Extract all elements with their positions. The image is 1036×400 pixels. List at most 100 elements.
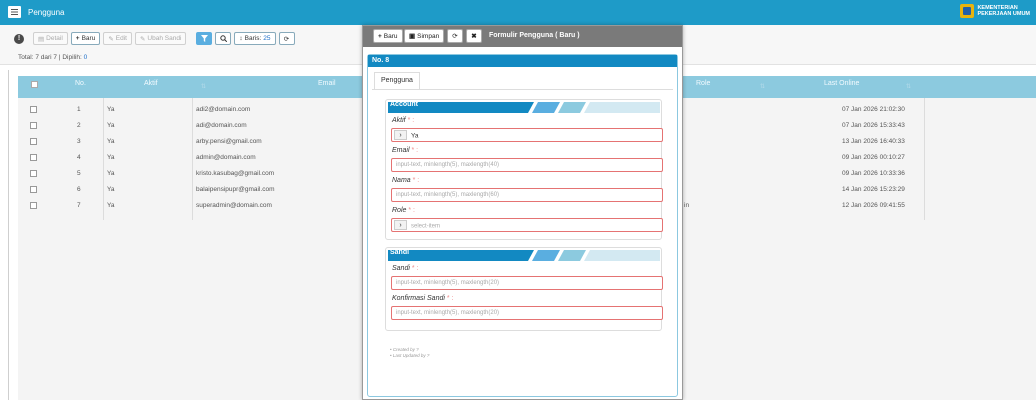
- save-button[interactable]: ▣ Simpan: [404, 29, 445, 43]
- detail-button[interactable]: ▤ Detail: [33, 32, 68, 45]
- dialog-toolbar: + Baru ▣ Simpan ⟳ ✖ Formulir Pengguna ( …: [363, 26, 682, 47]
- dialog-new-label: Baru: [383, 32, 398, 40]
- new-button[interactable]: + Baru: [70, 32, 101, 45]
- cell-aktif: Ya: [107, 170, 115, 177]
- refresh-icon: ⟳: [283, 35, 290, 43]
- save-icon: ▣: [409, 33, 416, 40]
- cell-email: adi@domain.com: [196, 122, 247, 129]
- search-icon: [220, 35, 227, 42]
- cell-no: 4: [77, 154, 81, 161]
- password-section: Sandi Sandi * : input-text, minlength(5)…: [385, 247, 663, 331]
- pencil-icon: ✎: [139, 35, 146, 43]
- cell-aktif: Ya: [107, 202, 115, 209]
- aktif-label: Aktif * :: [392, 117, 415, 124]
- refresh-button[interactable]: ⟳: [278, 32, 295, 45]
- cell-no: 5: [77, 170, 81, 177]
- column-divider: [103, 98, 104, 220]
- filter-button[interactable]: [196, 32, 213, 45]
- col-no[interactable]: No.: [75, 80, 86, 87]
- cell-no: 7: [77, 202, 81, 209]
- refresh-icon: ⟳: [452, 33, 458, 40]
- tab-pengguna[interactable]: Pengguna: [374, 72, 420, 90]
- email-field[interactable]: input-text, minlength(5), maxlength(40): [391, 158, 663, 172]
- section-banner: [388, 102, 660, 113]
- nama-label: Nama * :: [392, 177, 420, 184]
- row-checkbox[interactable]: [30, 106, 37, 113]
- row-checkbox[interactable]: [30, 170, 37, 177]
- sort-icon[interactable]: ⇅: [906, 83, 911, 90]
- row-checkbox[interactable]: [30, 138, 37, 145]
- cell-no: 3: [77, 138, 81, 145]
- column-divider: [924, 98, 925, 220]
- row-checkbox[interactable]: [30, 186, 37, 193]
- cell-email: admin@domain.com: [196, 154, 256, 161]
- chevron-right-icon[interactable]: ›: [394, 130, 407, 140]
- chevron-right-icon[interactable]: ›: [394, 220, 407, 230]
- dialog-title: Formulir Pengguna ( Baru ): [489, 32, 580, 39]
- row-checkbox[interactable]: [30, 202, 37, 209]
- user-form-dialog: + Baru ▣ Simpan ⟳ ✖ Formulir Pengguna ( …: [362, 25, 683, 400]
- dialog-refresh-button[interactable]: ⟳: [447, 29, 463, 43]
- dialog-new-button[interactable]: + Baru: [373, 29, 403, 43]
- record-number: No. 8: [368, 55, 677, 67]
- cell-aktif: Ya: [107, 106, 115, 113]
- tab-divider: [372, 89, 673, 90]
- select-all-checkbox[interactable]: [31, 81, 38, 88]
- aktif-select[interactable]: › Ya: [391, 128, 663, 142]
- konfirmasi-field[interactable]: input-text, minlength(5), maxlength(20): [391, 306, 663, 320]
- selected-count[interactable]: 0: [84, 54, 88, 61]
- role-label: Role * :: [392, 207, 415, 214]
- cell-no: 2: [77, 122, 81, 129]
- change-password-label: Ubah Sandi: [147, 35, 182, 42]
- detail-label: Detail: [46, 35, 63, 42]
- konfirmasi-label: Konfirmasi Sandi * :: [392, 295, 454, 302]
- total-count: Total: 7 dari 7 | Dipilih: 0: [18, 54, 87, 61]
- cell-aktif: Ya: [107, 186, 115, 193]
- role-select[interactable]: › select-item: [391, 218, 663, 232]
- filter-icon: [200, 35, 208, 42]
- row-checkbox[interactable]: [30, 154, 37, 161]
- section-banner: [388, 250, 660, 261]
- change-password-button[interactable]: ✎ Ubah Sandi: [134, 32, 187, 45]
- cell-last-online: 09 Jan 2026 10:33:36: [842, 170, 905, 177]
- cell-last-online: 13 Jan 2026 16:40:33: [842, 138, 905, 145]
- cell-email: adi2@domain.com: [196, 106, 251, 113]
- cell-role: in: [684, 202, 690, 209]
- aktif-value: Ya: [411, 132, 419, 140]
- info-icon[interactable]: !: [14, 33, 24, 44]
- plus-icon: +: [75, 35, 80, 42]
- cell-email: superadmin@domain.com: [196, 202, 272, 209]
- col-email[interactable]: Email: [318, 80, 336, 87]
- rows-per-page-button[interactable]: ↕ Baris: 25: [234, 32, 276, 45]
- cell-no: 1: [77, 106, 81, 113]
- row-checkbox[interactable]: [30, 122, 37, 129]
- menu-icon[interactable]: [8, 6, 21, 18]
- sandi-field[interactable]: input-text, minlength(5), maxlength(20): [391, 276, 663, 290]
- cell-last-online: 12 Jan 2026 09:41:55: [842, 202, 905, 209]
- rows-value: 25: [263, 35, 271, 42]
- sort-icon[interactable]: ⇅: [760, 83, 765, 90]
- sandi-label: Sandi * :: [392, 265, 419, 272]
- dialog-close-button[interactable]: ✖: [466, 29, 482, 43]
- col-role[interactable]: Role: [696, 80, 710, 87]
- sort-icon[interactable]: ⇅: [201, 83, 206, 90]
- logo-line2: PEKERJAAN UMUM: [977, 11, 1030, 17]
- col-last-online[interactable]: Last Online: [824, 80, 859, 87]
- page-title: Pengguna: [28, 8, 65, 17]
- cell-no: 6: [77, 186, 81, 193]
- edit-button[interactable]: ✎ Edit: [103, 32, 132, 45]
- cell-last-online: 14 Jan 2026 15:23:29: [842, 186, 905, 193]
- close-icon: ✖: [471, 33, 477, 40]
- detail-icon: ▤: [38, 35, 45, 43]
- nama-field[interactable]: input-text, minlength(5), maxlength(60): [391, 188, 663, 202]
- rows-label: Baris:: [244, 35, 262, 42]
- logo-icon: [960, 4, 975, 18]
- total-label: Total: 7 dari 7 | Dipilih:: [18, 54, 82, 61]
- sort-icon: ↕: [239, 35, 243, 42]
- cell-email: balaipensipupr@gmail.com: [196, 186, 275, 193]
- plus-icon: +: [378, 32, 382, 40]
- search-button[interactable]: [215, 32, 232, 45]
- col-aktif[interactable]: Aktif: [144, 80, 158, 87]
- cell-last-online: 07 Jan 2026 21:02:30: [842, 106, 905, 113]
- cell-aktif: Ya: [107, 154, 115, 161]
